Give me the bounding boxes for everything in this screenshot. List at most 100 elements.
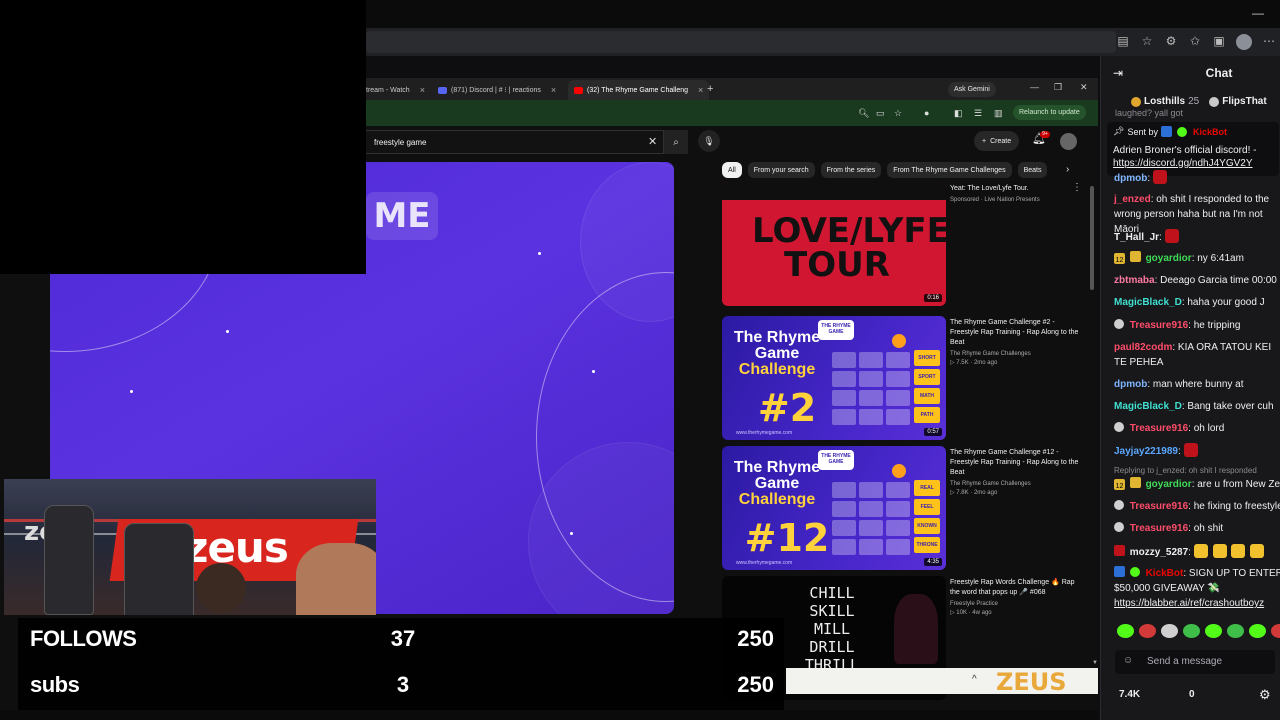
zoom-icon[interactable]: 🔍︎ xyxy=(858,108,869,119)
chat-username[interactable]: zbtmaba xyxy=(1114,275,1155,286)
caret-up-icon[interactable]: ^ xyxy=(972,674,977,685)
chat-username[interactable]: dpmob xyxy=(1114,173,1147,184)
result-item[interactable]: LOVE/LYFE TOUR 0:16 Yeat: The Love/Lyfe … xyxy=(722,182,1082,306)
leader-entry[interactable]: FlipsThat xyxy=(1209,96,1267,107)
chat-username[interactable]: KickBot xyxy=(1146,568,1184,579)
video-thumbnail[interactable]: LOVE/LYFE TOUR 0:16 xyxy=(722,182,946,306)
result-channel[interactable]: Freestyle Practice xyxy=(950,601,1082,607)
result-channel[interactable]: The Rhyme Game Challenges xyxy=(950,351,1082,357)
chat-username[interactable]: Treasure916 xyxy=(1130,501,1188,512)
chat-username[interactable]: MagicBlack_D xyxy=(1114,401,1182,412)
voice-search-button[interactable]: 🎙︎ xyxy=(698,130,720,152)
reader-icon[interactable]: ▤ xyxy=(1116,34,1130,50)
more-options-icon[interactable]: ⋮ xyxy=(1072,182,1082,193)
chat-username[interactable]: Jayjay221989 xyxy=(1114,446,1178,457)
minimize-icon[interactable]: — xyxy=(1252,6,1264,20)
menu-lines-icon[interactable]: ☰ xyxy=(974,108,982,119)
puzzle-icon[interactable]: ◧ xyxy=(954,108,963,119)
emote-picker-icon[interactable]: ☺ xyxy=(1123,655,1133,666)
tab-discord[interactable]: (871) Discord | # ⁝ | reactions × xyxy=(432,80,562,100)
tab-stream[interactable]: tream - Watch × xyxy=(360,80,431,100)
collections-icon[interactable]: ▣ xyxy=(1212,34,1226,50)
chat-username[interactable]: goyardior xyxy=(1146,253,1192,264)
tab-youtube[interactable]: (32) The Rhyme Game Challeng × xyxy=(568,80,710,100)
emote-icon[interactable] xyxy=(1249,624,1266,638)
account-avatar[interactable] xyxy=(1060,133,1077,150)
favorites-icon[interactable]: ✩ xyxy=(1188,34,1202,50)
relaunch-button[interactable]: Relaunch to update xyxy=(1013,105,1086,120)
result-title[interactable]: Yeat: The Love/Lyfe Tour. xyxy=(950,184,1082,194)
window-minimize-icon[interactable]: — xyxy=(1030,82,1039,92)
result-title[interactable]: The Rhyme Game Challenge #12 - Freestyle… xyxy=(950,448,1082,478)
search-button[interactable]: ⌕ xyxy=(664,130,688,154)
chevron-right-icon[interactable]: › xyxy=(1066,164,1069,175)
more-icon[interactable]: ⋯ xyxy=(1262,34,1276,50)
emote-icon[interactable] xyxy=(1183,624,1200,638)
search-input[interactable]: freestyle game xyxy=(366,130,664,154)
chat-message: MagicBlack_D: Bang take over cuh xyxy=(1114,401,1274,412)
new-tab-button[interactable]: + xyxy=(707,83,713,95)
result-item[interactable]: THE RHYME GAME The Rhyme Game Challenge … xyxy=(722,316,1082,440)
close-tab-icon[interactable]: × xyxy=(698,85,703,95)
chip-beats[interactable]: Beats xyxy=(1017,162,1048,178)
chat-link[interactable]: https://blabber.ai/ref/crashoutboyz xyxy=(1114,598,1264,609)
extension-icon[interactable]: ⚙ xyxy=(1164,34,1178,50)
reply-preview[interactable]: Replying to j_enzed: oh shit I responded xyxy=(1114,466,1257,475)
rhyme-words: SHORT SPORT MATH PATH xyxy=(914,350,940,423)
chip-all[interactable]: All xyxy=(722,162,742,178)
ask-gemini-button[interactable]: Ask Gemini xyxy=(948,82,996,97)
close-tab-icon[interactable]: × xyxy=(551,85,556,95)
sidebar-icon[interactable]: ▥ xyxy=(994,108,1003,119)
emote-icon[interactable] xyxy=(1227,624,1244,638)
rhyme-word: FEEL xyxy=(914,499,940,515)
channel-points[interactable]: 7.4K xyxy=(1119,689,1140,700)
clear-search-icon[interactable]: ✕ xyxy=(648,135,657,148)
create-button[interactable]: + Create xyxy=(974,131,1020,151)
chat-username[interactable]: Treasure916 xyxy=(1130,423,1188,434)
send-message-input[interactable]: ☺ Send a message xyxy=(1115,650,1275,674)
emote-icon[interactable] xyxy=(1139,624,1156,638)
notification-badge: 9+ xyxy=(1040,131,1050,138)
leader-entry[interactable]: Losthills 25 xyxy=(1131,96,1199,107)
chat-username[interactable]: Treasure916 xyxy=(1130,523,1188,534)
gear-icon[interactable]: ⚙ xyxy=(1259,687,1271,703)
video-duration: 4:35 xyxy=(924,558,942,566)
chat-username[interactable]: dpmob xyxy=(1114,379,1147,390)
chat-username[interactable]: T_Hall_Jr xyxy=(1114,232,1159,243)
result-item[interactable]: THE RHYME GAME The Rhyme Game Challenge … xyxy=(722,446,1082,570)
extension-badge-icon[interactable]: ● xyxy=(924,108,929,118)
window-maximize-icon[interactable]: ❐ xyxy=(1054,82,1062,93)
results-scrollbar[interactable] xyxy=(1090,186,1094,290)
star-icon[interactable]: ☆ xyxy=(1140,34,1154,50)
emote-icon[interactable] xyxy=(1271,624,1280,638)
result-title[interactable]: The Rhyme Game Challenge #2 - Freestyle … xyxy=(950,318,1082,348)
chat-username[interactable]: goyardior xyxy=(1146,479,1192,490)
chat-username[interactable]: mozzy_5287 xyxy=(1130,547,1188,558)
pinned-sender[interactable]: KickBot xyxy=(1193,127,1227,137)
video-thumbnail[interactable]: THE RHYME GAME The Rhyme Game Challenge … xyxy=(722,316,946,440)
scroll-down-icon[interactable]: ▼ xyxy=(1092,660,1098,666)
video-dot xyxy=(226,330,229,333)
result-title[interactable]: Freestyle Rap Words Challenge 🔥 Rap the … xyxy=(950,578,1082,598)
chat-username[interactable]: j_enzed xyxy=(1114,194,1151,205)
chip-from-the-series[interactable]: From the series xyxy=(820,162,882,178)
window-close-icon[interactable]: ✕ xyxy=(1080,82,1088,93)
pinned-link[interactable]: https://discord.gg/ndhJ4YGV2Y xyxy=(1113,158,1253,169)
chat-username[interactable]: MagicBlack_D xyxy=(1114,297,1182,308)
emote-icon[interactable] xyxy=(1117,624,1134,638)
profile-avatar[interactable] xyxy=(1236,34,1252,50)
points-zero: 0 xyxy=(1189,689,1195,700)
chip-rhyme-game-challenges[interactable]: From The Rhyme Game Challenges xyxy=(887,162,1012,178)
chat-username[interactable]: paul82codm xyxy=(1114,342,1172,353)
result-channel[interactable]: The Rhyme Game Challenges xyxy=(950,481,1082,487)
cast-icon[interactable]: ▭ xyxy=(876,108,885,119)
chip-from-your-search[interactable]: From your search xyxy=(747,162,815,178)
close-tab-icon[interactable]: × xyxy=(420,85,425,95)
emote-icon[interactable] xyxy=(1205,624,1222,638)
emote-icon[interactable] xyxy=(1161,624,1178,638)
rhyme-word: KNOWN xyxy=(914,518,940,534)
video-thumbnail[interactable]: THE RHYME GAME The Rhyme Game Challenge … xyxy=(722,446,946,570)
chat-username[interactable]: Treasure916 xyxy=(1130,320,1188,331)
host-url-field[interactable] xyxy=(366,31,1116,53)
bookmark-star-icon[interactable]: ☆ xyxy=(894,108,902,119)
